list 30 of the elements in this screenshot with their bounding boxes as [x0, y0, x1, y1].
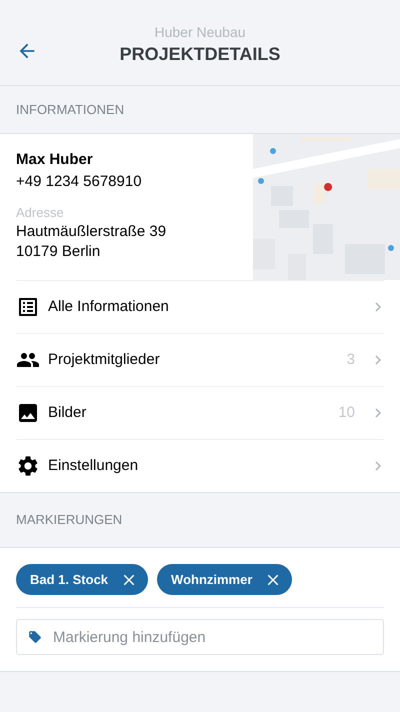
phone-number: +49 1234 5678910 [16, 172, 143, 192]
chevron-icon [375, 302, 381, 312]
menu-item[interactable]: Einstellungen [16, 439, 384, 492]
menu-item[interactable]: Bilder 10 [16, 386, 384, 439]
menu-item[interactable]: Projektmitglieder 3 [16, 333, 384, 386]
menu-label: Einstellungen [48, 456, 140, 476]
item-count: 3 [346, 350, 355, 370]
section-heading: INFORMATIONEN [16, 100, 124, 119]
image-icon [16, 401, 40, 425]
tag-label: Wohnzimmer [171, 570, 252, 589]
chevron-icon [375, 355, 381, 365]
address-line: Hautmäußlerstraße 39 [16, 222, 168, 242]
section-heading: MARKIERUNGEN [16, 511, 122, 530]
tag-input[interactable]: Markierung hinzufügen [16, 619, 384, 655]
contact-name: Max Huber [16, 150, 94, 170]
settings-icon [16, 454, 40, 478]
address-label: Adresse [16, 204, 65, 222]
item-count: 10 [338, 402, 355, 423]
menu-label: Bilder [48, 402, 88, 423]
list-icon [16, 295, 40, 319]
chevron-icon [375, 408, 381, 418]
address-line: 10179 Berlin [16, 242, 102, 262]
project-name: Huber Neubau [154, 22, 246, 40]
chevron-icon [375, 461, 381, 471]
menu-label: Projektmitglieder [48, 350, 161, 370]
menu-item[interactable]: Alle Informationen [16, 280, 384, 333]
tag-icon [28, 630, 42, 644]
page-title: PROJEKTDETAILS [120, 42, 280, 66]
menu-label: Alle Informationen [48, 296, 170, 317]
tag-label: Bad 1. Stock [30, 570, 108, 589]
